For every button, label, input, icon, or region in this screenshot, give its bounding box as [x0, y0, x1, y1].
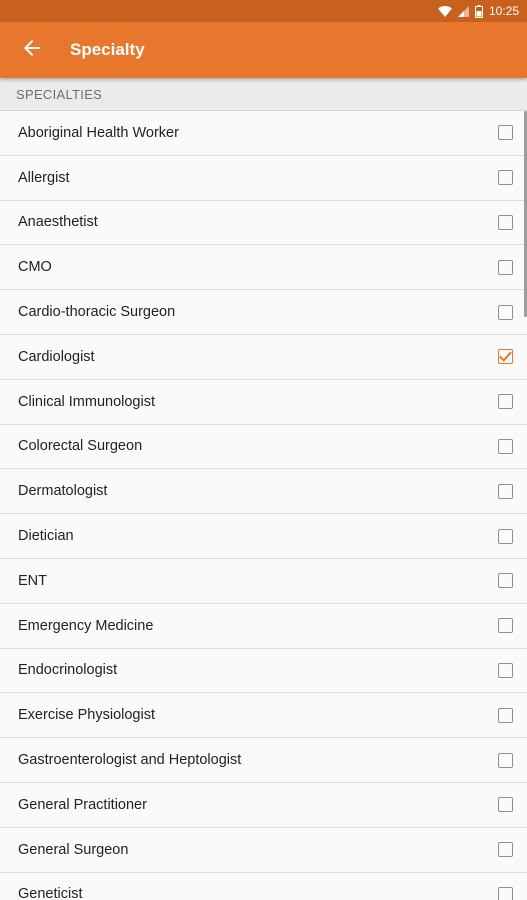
- section-header: SPECIALTIES: [0, 78, 527, 111]
- specialty-label: Gastroenterologist and Heptologist: [18, 752, 242, 769]
- list-item[interactable]: Cardiologist: [0, 334, 527, 380]
- list-item[interactable]: Colorectal Surgeon: [0, 424, 527, 470]
- specialty-checkbox[interactable]: [498, 662, 513, 678]
- list-item[interactable]: Gastroenterologist and Heptologist: [0, 738, 527, 783]
- status-time: 10:25: [488, 4, 519, 18]
- specialty-label: Colorectal Surgeon: [18, 438, 143, 455]
- specialty-label: Cardiologist: [18, 348, 95, 365]
- specialty-label: Clinical Immunologist: [18, 393, 155, 410]
- specialty-checkbox[interactable]: [498, 797, 513, 813]
- app-bar: Specialty: [0, 22, 527, 78]
- signal-icon: [457, 5, 469, 17]
- list-item[interactable]: ENT: [0, 558, 527, 604]
- specialty-checkbox[interactable]: [498, 170, 513, 186]
- specialty-checkbox[interactable]: [498, 259, 513, 275]
- specialty-checkbox[interactable]: [498, 752, 513, 768]
- specialty-checkbox[interactable]: [498, 528, 513, 544]
- arrow-left-icon: [24, 39, 40, 61]
- list-item[interactable]: Exercise Physiologist: [0, 693, 527, 739]
- checkmark-icon: [499, 351, 512, 363]
- list-item[interactable]: Dermatologist: [0, 469, 527, 515]
- specialty-checkbox[interactable]: [498, 125, 513, 141]
- specialty-checkbox[interactable]: [498, 394, 513, 410]
- specialty-label: Dietician: [18, 528, 74, 545]
- specialty-label: Emergency Medicine: [18, 617, 154, 634]
- specialty-label: Dermatologist: [18, 483, 108, 500]
- list-item[interactable]: General Practitioner: [0, 782, 527, 828]
- list-item[interactable]: Allergist: [0, 155, 527, 201]
- specialty-checkbox[interactable]: [498, 573, 513, 589]
- specialty-label: Anaesthetist: [18, 214, 98, 231]
- specialty-checkbox[interactable]: [498, 618, 513, 634]
- specialty-checkbox[interactable]: [498, 214, 513, 230]
- specialty-list[interactable]: Aboriginal Health Worker Allergist Anaesth…: [0, 111, 527, 900]
- specialty-label: Geneticist: [18, 886, 83, 900]
- status-bar: 10:25: [0, 0, 527, 22]
- specialty-label: General Surgeon: [18, 841, 129, 858]
- list-item[interactable]: Dietician: [0, 514, 527, 559]
- list-item[interactable]: CMO: [0, 245, 527, 291]
- list-item[interactable]: General Surgeon: [0, 827, 527, 873]
- specialty-checkbox[interactable]: [498, 707, 513, 723]
- specialty-checkbox[interactable]: [498, 438, 513, 454]
- specialty-label: General Practitioner: [18, 796, 147, 813]
- specialty-label: Allergist: [18, 169, 70, 186]
- battery-icon: [474, 4, 483, 18]
- specialty-checkbox[interactable]: [498, 349, 513, 365]
- list-item[interactable]: Emergency Medicine: [0, 603, 527, 649]
- page-title: Specialty: [70, 40, 145, 59]
- list-item[interactable]: Geneticist: [0, 872, 527, 900]
- specialty-label: CMO: [18, 259, 52, 276]
- specialty-checkbox[interactable]: [498, 483, 513, 499]
- list-item[interactable]: Anaesthetist: [0, 200, 527, 246]
- specialty-checkbox[interactable]: [498, 304, 513, 320]
- specialty-checkbox[interactable]: [498, 842, 513, 858]
- specialty-label: Cardio-thoracic Surgeon: [18, 304, 176, 321]
- specialty-label: Aboriginal Health Worker: [18, 124, 179, 141]
- specialty-label: ENT: [18, 572, 47, 589]
- specialty-label: Exercise Physiologist: [18, 707, 155, 724]
- list-item[interactable]: Cardio-thoracic Surgeon: [0, 290, 527, 335]
- list-item[interactable]: Clinical Immunologist: [0, 379, 527, 425]
- list-item[interactable]: Aboriginal Health Worker: [0, 111, 527, 156]
- list-item[interactable]: Endocrinologist: [0, 648, 527, 694]
- back-button[interactable]: [4, 22, 60, 78]
- specialty-label: Endocrinologist: [18, 662, 118, 679]
- wifi-icon: [437, 5, 452, 17]
- specialty-checkbox[interactable]: [498, 886, 513, 900]
